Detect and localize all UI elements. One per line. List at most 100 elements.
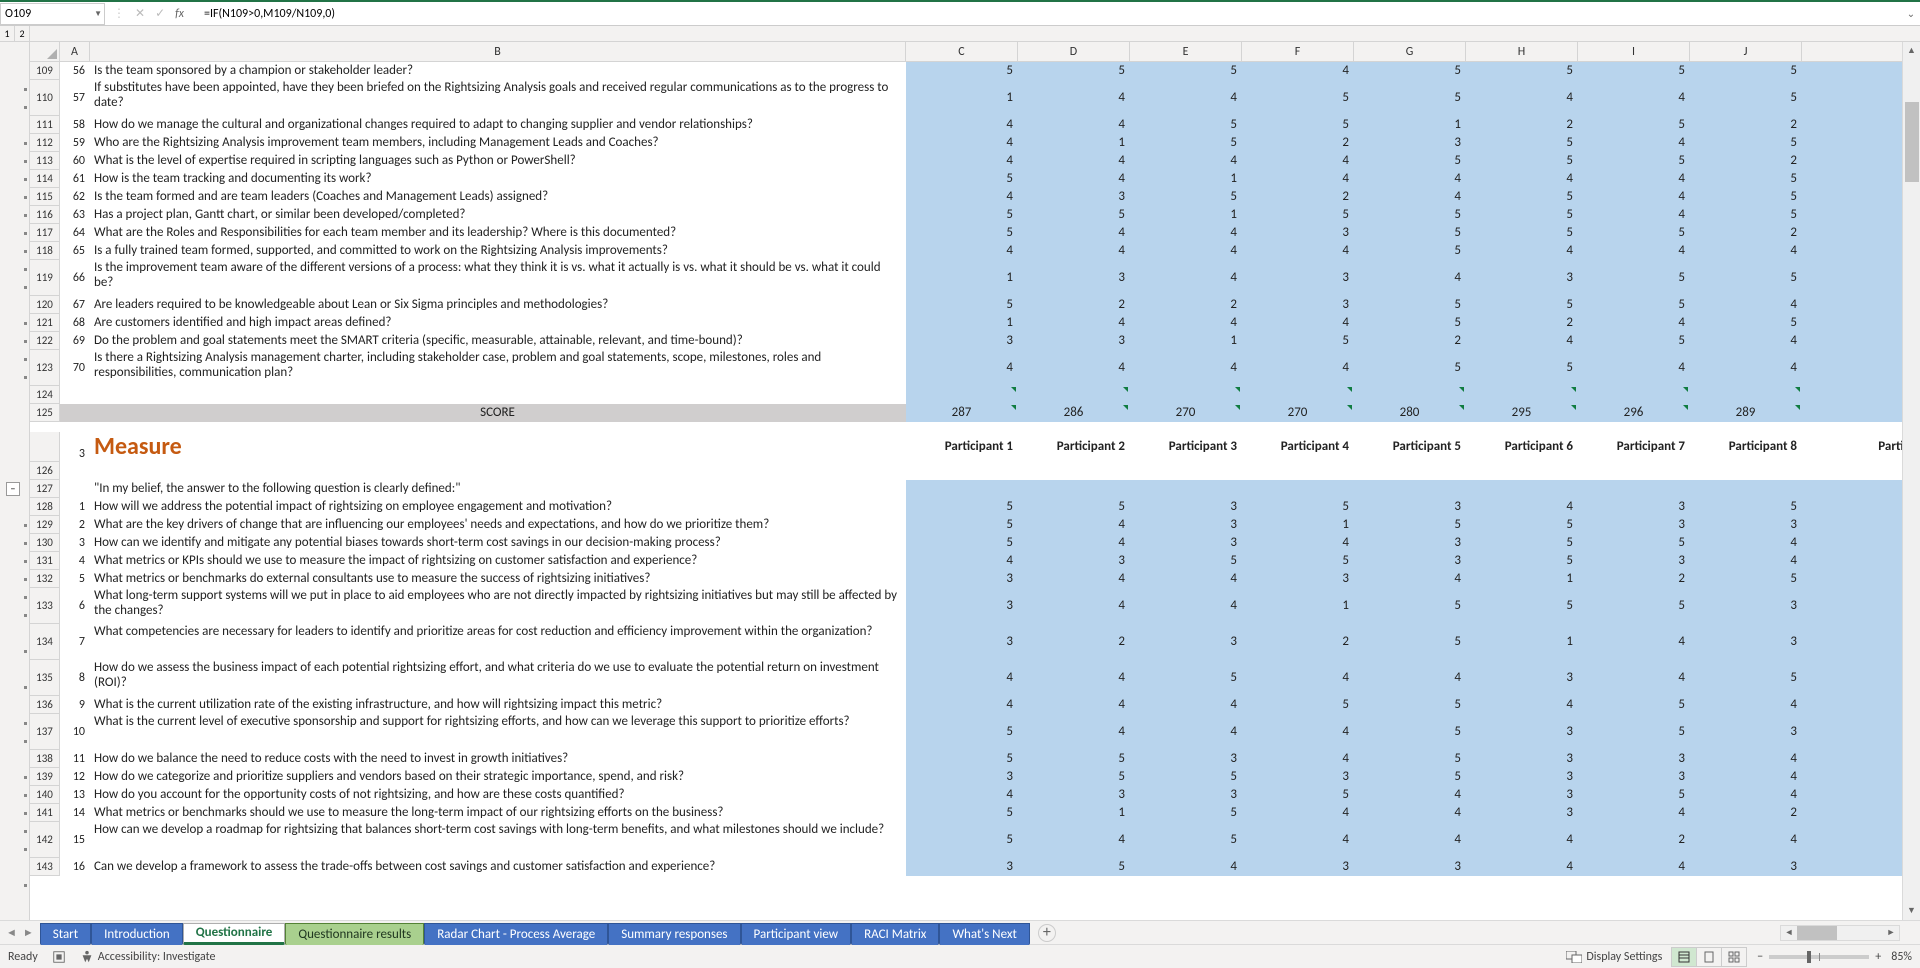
data-cell[interactable]: 3: [1466, 750, 1578, 768]
data-cell[interactable]: 3: [1242, 858, 1354, 876]
question-cell[interactable]: Is the team formed and are team leaders …: [90, 188, 906, 206]
data-cell[interactable]: 3: [906, 624, 1018, 660]
data-cell[interactable]: 4: [1354, 188, 1466, 206]
data-cell[interactable]: 5: [1466, 552, 1578, 570]
data-cell[interactable]: 5: [1690, 498, 1802, 516]
data-cell[interactable]: 5: [1690, 314, 1802, 332]
index-cell[interactable]: 69: [60, 332, 90, 350]
data-cell[interactable]: 3: [1690, 588, 1802, 624]
data-cell[interactable]: 3: [1802, 498, 1914, 516]
col-header-F[interactable]: F: [1242, 42, 1354, 61]
index-cell[interactable]: 67: [60, 296, 90, 314]
data-cell[interactable]: 3: [1578, 552, 1690, 570]
data-cell[interactable]: 2: [1466, 314, 1578, 332]
data-cell[interactable]: 4: [1578, 350, 1690, 386]
question-cell[interactable]: How is the team tracking and documenting…: [90, 170, 906, 188]
data-cell[interactable]: 4: [1466, 332, 1578, 350]
data-cell[interactable]: 5: [1018, 498, 1130, 516]
data-cell[interactable]: 5: [1578, 588, 1690, 624]
data-cell[interactable]: 1: [1130, 170, 1242, 188]
data-cell[interactable]: 5: [1018, 768, 1130, 786]
data-cell[interactable]: 4: [1690, 696, 1802, 714]
data-cell[interactable]: 4: [1130, 858, 1242, 876]
data-cell[interactable]: 4: [1242, 750, 1354, 768]
data-cell[interactable]: 5: [1354, 516, 1466, 534]
row-header[interactable]: 136: [30, 696, 60, 714]
score-cell[interactable]: 289: [1690, 404, 1802, 422]
row-header[interactable]: 111: [30, 116, 60, 134]
row-header[interactable]: 134: [30, 624, 60, 660]
data-cell[interactable]: 5: [1802, 332, 1914, 350]
data-cell[interactable]: 5: [906, 750, 1018, 768]
data-cell[interactable]: 1: [906, 314, 1018, 332]
index-cell[interactable]: 61: [60, 170, 90, 188]
score-cell[interactable]: 296: [1578, 404, 1690, 422]
data-cell[interactable]: 5: [1130, 62, 1242, 80]
row-header[interactable]: 124: [30, 386, 60, 404]
hscroll-thumb[interactable]: [1797, 926, 1837, 940]
data-cell[interactable]: 5: [1130, 660, 1242, 696]
data-cell[interactable]: 4: [1802, 62, 1914, 80]
row-header[interactable]: 133: [30, 588, 60, 624]
data-cell[interactable]: 5: [1690, 170, 1802, 188]
data-cell[interactable]: 4: [906, 786, 1018, 804]
data-cell[interactable]: 5: [906, 296, 1018, 314]
data-cell[interactable]: 4: [1690, 768, 1802, 786]
data-cell[interactable]: 5: [1354, 296, 1466, 314]
question-cell[interactable]: Is the improvement team aware of the dif…: [90, 260, 906, 296]
data-cell[interactable]: 5: [1466, 534, 1578, 552]
data-cell[interactable]: 5: [1690, 206, 1802, 224]
row-header[interactable]: 120: [30, 296, 60, 314]
data-cell[interactable]: 3: [1130, 516, 1242, 534]
data-cell[interactable]: 5: [1578, 786, 1690, 804]
question-cell[interactable]: Do the problem and goal statements meet …: [90, 332, 906, 350]
index-cell[interactable]: 70: [60, 350, 90, 386]
row-header[interactable]: 139: [30, 768, 60, 786]
intro-cell[interactable]: "In my belief, the answer to the followi…: [90, 480, 906, 498]
data-cell[interactable]: 4: [1802, 314, 1914, 332]
horizontal-scrollbar[interactable]: ◄ ►: [1780, 925, 1900, 941]
data-cell[interactable]: 4: [1354, 660, 1466, 696]
data-cell[interactable]: 5: [1354, 206, 1466, 224]
data-cell[interactable]: 4: [1018, 350, 1130, 386]
data-cell[interactable]: 4: [1018, 588, 1130, 624]
question-cell[interactable]: Has a project plan, Gantt chart, or simi…: [90, 206, 906, 224]
question-cell[interactable]: What are the key drivers of change that …: [90, 516, 906, 534]
index-cell[interactable]: 62: [60, 188, 90, 206]
question-cell[interactable]: How do you account for the opportunity c…: [90, 786, 906, 804]
data-cell[interactable]: 5: [1354, 350, 1466, 386]
index-cell[interactable]: 5: [60, 570, 90, 588]
data-cell[interactable]: 5: [1466, 296, 1578, 314]
data-cell[interactable]: 5: [1354, 224, 1466, 242]
data-cell[interactable]: 4: [1130, 350, 1242, 386]
data-cell[interactable]: 4: [1354, 822, 1466, 858]
data-cell[interactable]: 4: [1018, 714, 1130, 750]
row-header[interactable]: 113: [30, 152, 60, 170]
data-cell[interactable]: 4: [1354, 260, 1466, 296]
data-cell[interactable]: 5: [1018, 858, 1130, 876]
data-cell[interactable]: 4: [1354, 170, 1466, 188]
index-cell[interactable]: 66: [60, 260, 90, 296]
row-header[interactable]: 143: [30, 858, 60, 876]
row-header[interactable]: 126: [30, 462, 60, 480]
data-cell[interactable]: 5: [1130, 116, 1242, 134]
data-cell[interactable]: 4: [1466, 858, 1578, 876]
data-cell[interactable]: 4: [1130, 224, 1242, 242]
data-cell[interactable]: 5: [906, 534, 1018, 552]
outline-level-1[interactable]: 1: [0, 26, 15, 41]
scroll-down-icon[interactable]: ▼: [1903, 902, 1920, 920]
data-cell[interactable]: 5: [1466, 588, 1578, 624]
data-cell[interactable]: 5: [1578, 224, 1690, 242]
data-cell[interactable]: 4: [1242, 170, 1354, 188]
data-cell[interactable]: 3: [1466, 786, 1578, 804]
data-cell[interactable]: 5: [906, 206, 1018, 224]
index-cell[interactable]: 16: [60, 858, 90, 876]
data-cell[interactable]: 4: [1130, 242, 1242, 260]
data-cell[interactable]: 3: [1466, 260, 1578, 296]
data-cell[interactable]: 4: [1018, 170, 1130, 188]
data-cell[interactable]: 1: [1466, 570, 1578, 588]
data-cell[interactable]: 1: [1130, 332, 1242, 350]
index-cell[interactable]: 4: [60, 552, 90, 570]
row-header[interactable]: 137: [30, 714, 60, 750]
data-cell[interactable]: 4: [1018, 660, 1130, 696]
